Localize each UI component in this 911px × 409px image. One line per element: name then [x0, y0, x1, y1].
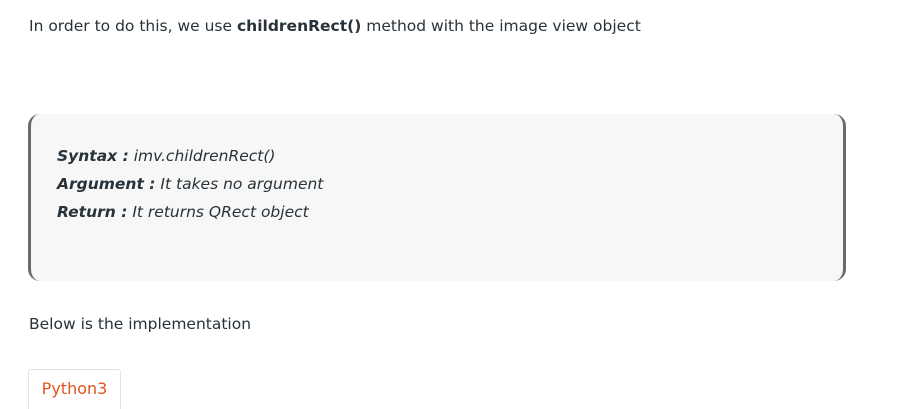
return-line: Return : It returns QRect object: [57, 198, 323, 226]
syntax-line: Syntax : imv.childrenRect(): [57, 142, 323, 170]
syntax-value: imv.childrenRect(): [128, 147, 276, 165]
syntax-lines: Syntax : imv.childrenRect() Argument : I…: [57, 142, 323, 226]
intro-paragraph: In order to do this, we use childrenRect…: [29, 15, 641, 37]
argument-value: It takes no argument: [155, 175, 324, 193]
return-label: Return :: [57, 203, 128, 221]
tab-python3[interactable]: Python3: [28, 369, 121, 409]
syntax-blockquote: Syntax : imv.childrenRect() Argument : I…: [28, 114, 846, 281]
method-name: childrenRect(): [236, 17, 362, 35]
argument-label: Argument :: [57, 175, 156, 193]
return-value: It returns QRect object: [127, 203, 309, 221]
implementation-intro: Below is the implementation: [29, 315, 252, 333]
intro-text-before: In order to do this, we use: [29, 17, 237, 35]
intro-text-after: method with the image view object: [361, 17, 641, 35]
syntax-label: Syntax :: [57, 147, 129, 165]
argument-line: Argument : It takes no argument: [57, 170, 323, 198]
